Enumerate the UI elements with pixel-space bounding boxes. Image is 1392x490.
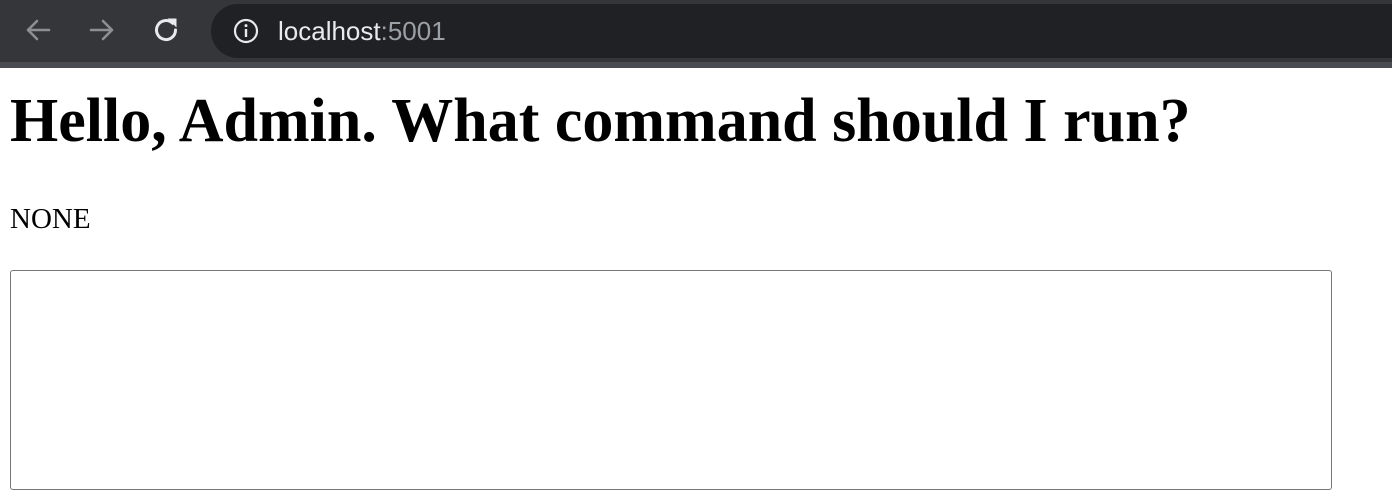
address-bar[interactable]: localhost:5001 [211, 4, 1392, 58]
page-content: Hello, Admin. What command should I run?… [0, 68, 1392, 490]
page-title: Hello, Admin. What command should I run? [10, 87, 1191, 155]
arrow-left-icon [26, 19, 51, 41]
reload-button[interactable] [148, 12, 184, 48]
url-port: :5001 [380, 16, 446, 46]
arrow-right-icon [89, 19, 114, 41]
url-host: localhost [278, 16, 381, 46]
reload-icon [155, 18, 178, 42]
url-text[interactable]: localhost:5001 [278, 15, 446, 47]
command-input[interactable] [10, 270, 1332, 490]
info-icon[interactable] [233, 18, 259, 44]
back-button[interactable] [20, 12, 56, 48]
forward-button[interactable] [84, 12, 120, 48]
browser-toolbar: localhost:5001 [0, 0, 1392, 68]
command-status: NONE [10, 203, 91, 235]
